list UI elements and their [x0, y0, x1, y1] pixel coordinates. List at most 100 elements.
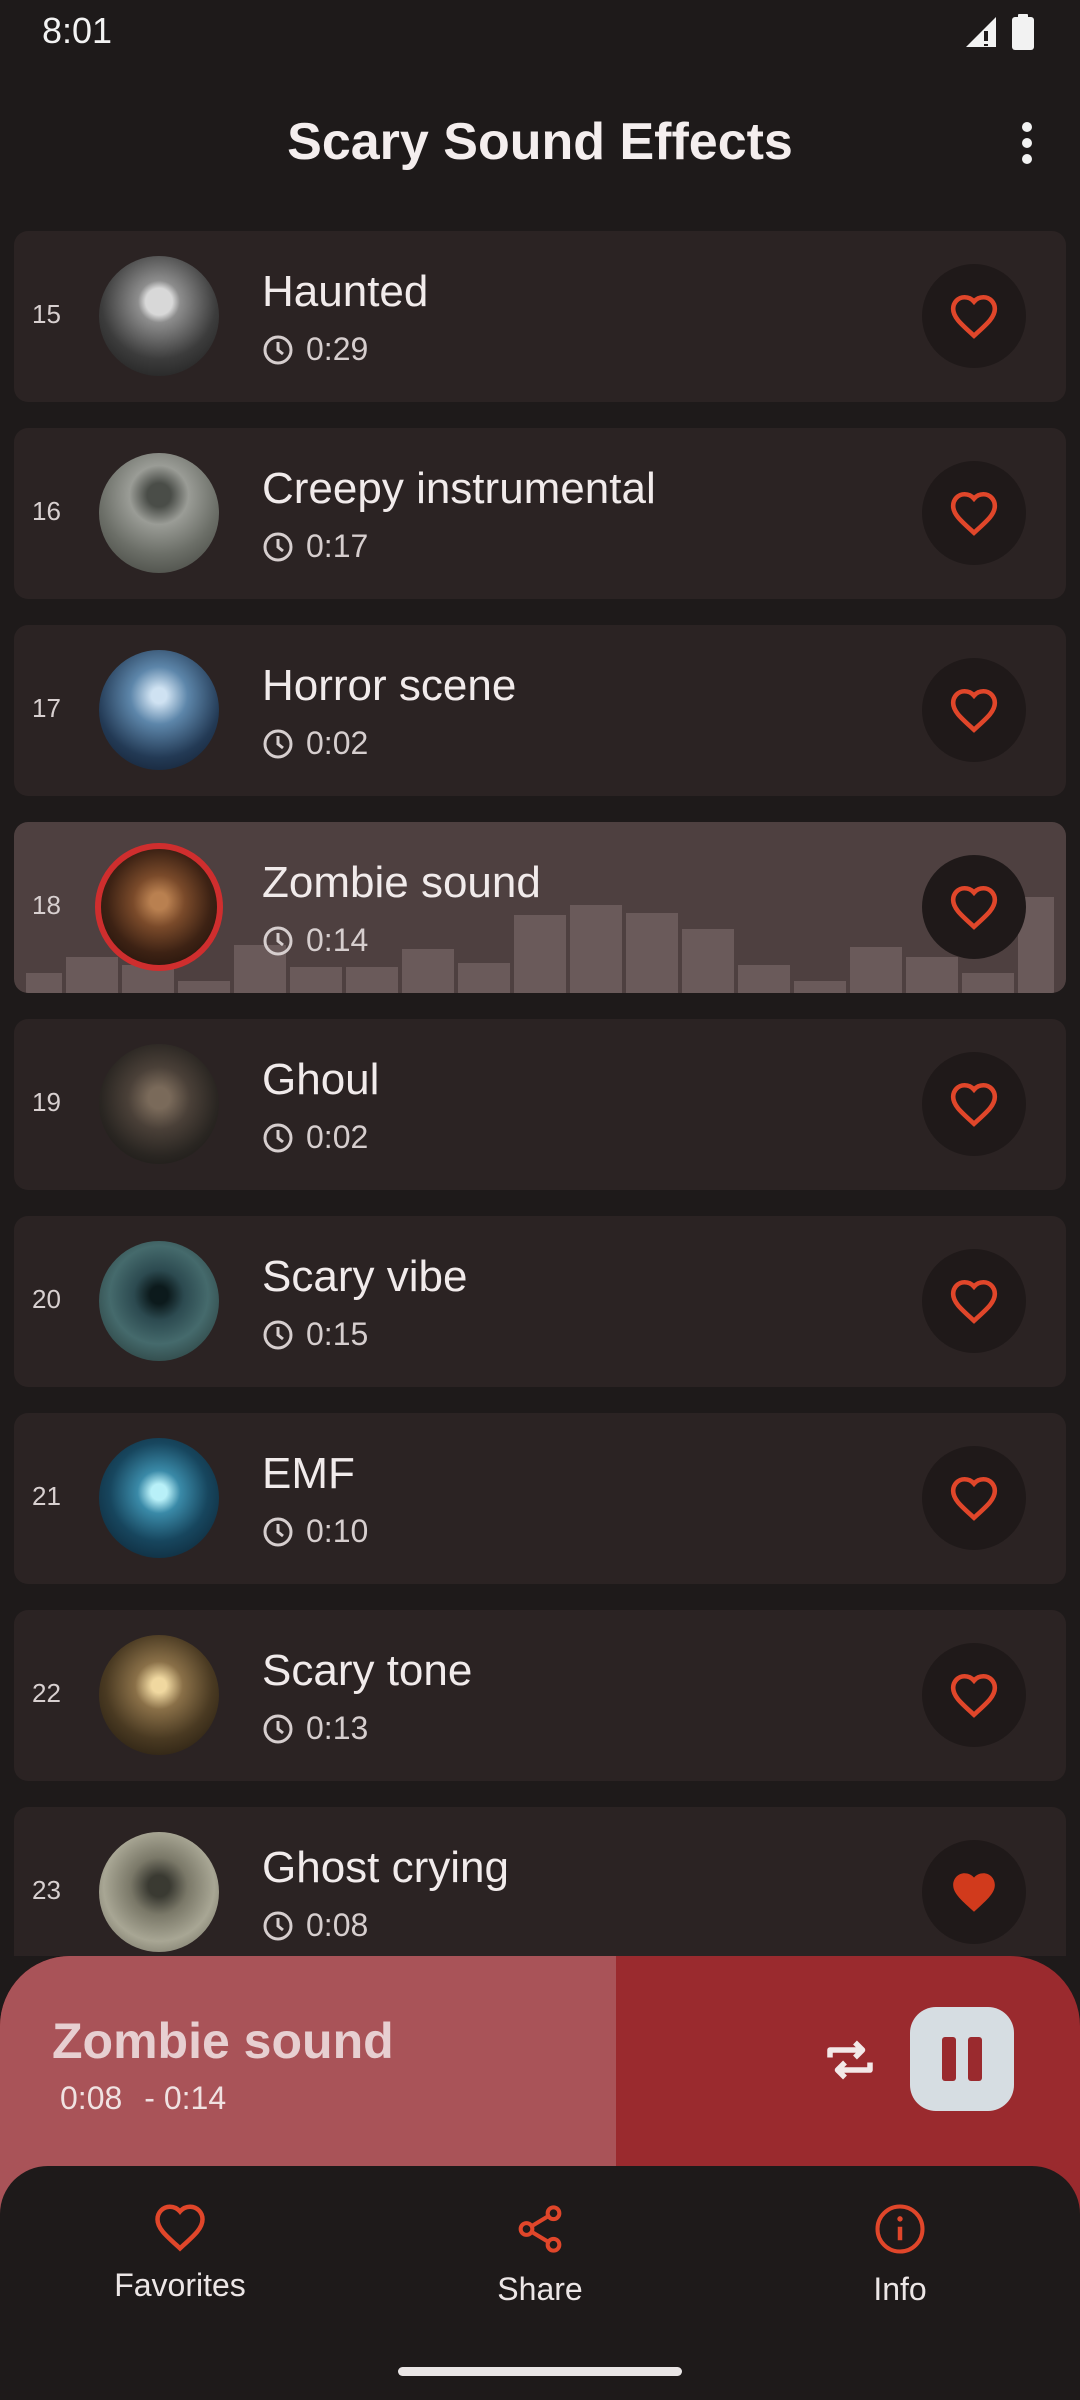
- remaining-time: - 0:14: [144, 2080, 227, 2116]
- sound-thumbnail: [99, 256, 219, 376]
- page-title: Scary Sound Effects: [287, 113, 793, 171]
- sound-row[interactable]: 17 Horror scene 0:02: [14, 625, 1066, 796]
- heart-outline-icon: [950, 1279, 998, 1324]
- heart-icon: [155, 2204, 205, 2252]
- heart-outline-icon: [950, 688, 998, 733]
- favorite-button[interactable]: [922, 658, 1026, 762]
- sound-title: Haunted: [262, 267, 429, 316]
- pause-icon: [968, 2037, 982, 2081]
- favorite-button[interactable]: [922, 1643, 1026, 1747]
- sound-number: 19: [32, 1087, 61, 1117]
- favorite-button[interactable]: [922, 855, 1026, 959]
- heart-outline-icon: [950, 1082, 998, 1127]
- duration-text: 0:02: [306, 725, 369, 761]
- duration-text: 0:10: [306, 1513, 369, 1549]
- sound-title: Scary vibe: [262, 1252, 468, 1301]
- sound-thumbnail: [99, 453, 219, 573]
- nav-label: Share: [497, 2271, 583, 2307]
- battery-icon: [1012, 14, 1034, 50]
- sound-row[interactable]: 21 EMF 0:10: [14, 1413, 1066, 1584]
- more-dot: [1022, 154, 1032, 164]
- sound-thumbnail: [99, 650, 219, 770]
- duration-text: 0:14: [306, 922, 369, 958]
- clock-icon: [263, 926, 293, 955]
- sound-duration: 0:15: [262, 1316, 368, 1353]
- sound-thumbnail: [95, 843, 223, 971]
- info-icon: [875, 2204, 925, 2254]
- duration-text: 0:08: [306, 1907, 369, 1943]
- pause-button[interactable]: [910, 2007, 1014, 2111]
- sound-duration: 0:02: [262, 725, 368, 762]
- sound-number: 21: [32, 1481, 61, 1511]
- status-bar: 8:01: [0, 0, 1080, 66]
- sound-title: Ghoul: [262, 1055, 380, 1104]
- status-time: 8:01: [42, 10, 113, 51]
- clock-icon: [263, 335, 293, 364]
- favorite-button[interactable]: [922, 264, 1026, 368]
- elapsed-time: 0:08: [60, 2080, 123, 2116]
- clock-icon: [263, 1911, 293, 1940]
- heart-outline-icon: [950, 1476, 998, 1521]
- sound-number: 20: [32, 1284, 61, 1314]
- more-dot: [1022, 122, 1032, 132]
- heart-outline-icon: [950, 885, 998, 930]
- favorite-button[interactable]: [922, 461, 1026, 565]
- sound-number: 15: [32, 299, 61, 329]
- more-options-button[interactable]: [1012, 118, 1042, 168]
- sound-title: Creepy instrumental: [262, 464, 656, 513]
- heart-outline-icon: [950, 294, 998, 339]
- sound-number: 17: [32, 693, 61, 723]
- sound-row[interactable]: 15 Haunted 0:29: [14, 231, 1066, 402]
- bottom-navigation: Favorites Share Info: [0, 2166, 1080, 2400]
- sound-duration: 0:17: [262, 528, 368, 565]
- sound-number: 23: [32, 1875, 61, 1905]
- clock-icon: [263, 532, 293, 561]
- sound-duration: 0:14: [262, 922, 368, 959]
- sound-duration: 0:10: [262, 1513, 368, 1550]
- sound-thumbnail: [99, 1832, 219, 1952]
- clock-icon: [263, 1517, 293, 1546]
- repeat-icon: [827, 2040, 873, 2080]
- heart-outline-icon: [950, 1673, 998, 1718]
- nav-info[interactable]: Info: [780, 2202, 1020, 2308]
- sound-row[interactable]: 16 Creepy instrumental 0:17: [14, 428, 1066, 599]
- favorite-button[interactable]: [922, 1840, 1026, 1944]
- repeat-button[interactable]: [820, 2030, 880, 2090]
- sound-row[interactable]: 20 Scary vibe 0:15: [14, 1216, 1066, 1387]
- sound-duration: 0:29: [262, 331, 368, 368]
- clock-icon: [263, 1320, 293, 1349]
- home-indicator[interactable]: [398, 2367, 682, 2376]
- clock-icon: [263, 1714, 293, 1743]
- sound-thumbnail: [99, 1635, 219, 1755]
- duration-text: 0:17: [306, 528, 369, 564]
- nav-share[interactable]: Share: [420, 2202, 660, 2308]
- duration-text: 0:02: [306, 1119, 369, 1155]
- app-bar: Scary Sound Effects: [0, 80, 1080, 210]
- sound-number: 18: [32, 890, 61, 920]
- favorite-button[interactable]: [922, 1446, 1026, 1550]
- sound-title: Horror scene: [262, 661, 517, 710]
- sound-duration: 0:08: [262, 1907, 368, 1944]
- nav-label: Info: [873, 2271, 927, 2307]
- sound-row[interactable]: 19 Ghoul 0:02: [14, 1019, 1066, 1190]
- now-playing-title: Zombie sound: [52, 2013, 394, 2069]
- sound-title: Zombie sound: [262, 858, 541, 907]
- sound-title: Ghost crying: [262, 1843, 509, 1892]
- sound-list[interactable]: 15 Haunted 0:29 16 Creepy instrumental 0…: [14, 231, 1066, 1956]
- sound-number: 22: [32, 1678, 61, 1708]
- sound-row-playing[interactable]: 18 Zombie sound 0:14: [14, 822, 1066, 993]
- heart-filled-icon: [953, 1873, 995, 1912]
- favorite-button[interactable]: [922, 1052, 1026, 1156]
- sound-thumbnail: [99, 1044, 219, 1164]
- sound-row[interactable]: 23 Ghost crying 0:08: [14, 1807, 1066, 1956]
- nav-favorites[interactable]: Favorites: [60, 2202, 300, 2304]
- favorite-button[interactable]: [922, 1249, 1026, 1353]
- share-icon: [518, 2205, 562, 2253]
- sound-row[interactable]: 22 Scary tone 0:13: [14, 1610, 1066, 1781]
- duration-text: 0:29: [306, 331, 369, 367]
- sound-number: 16: [32, 496, 61, 526]
- signal-icon: [966, 17, 996, 47]
- pause-icon: [942, 2037, 956, 2081]
- sound-title: Scary tone: [262, 1646, 473, 1695]
- heart-outline-icon: [950, 491, 998, 536]
